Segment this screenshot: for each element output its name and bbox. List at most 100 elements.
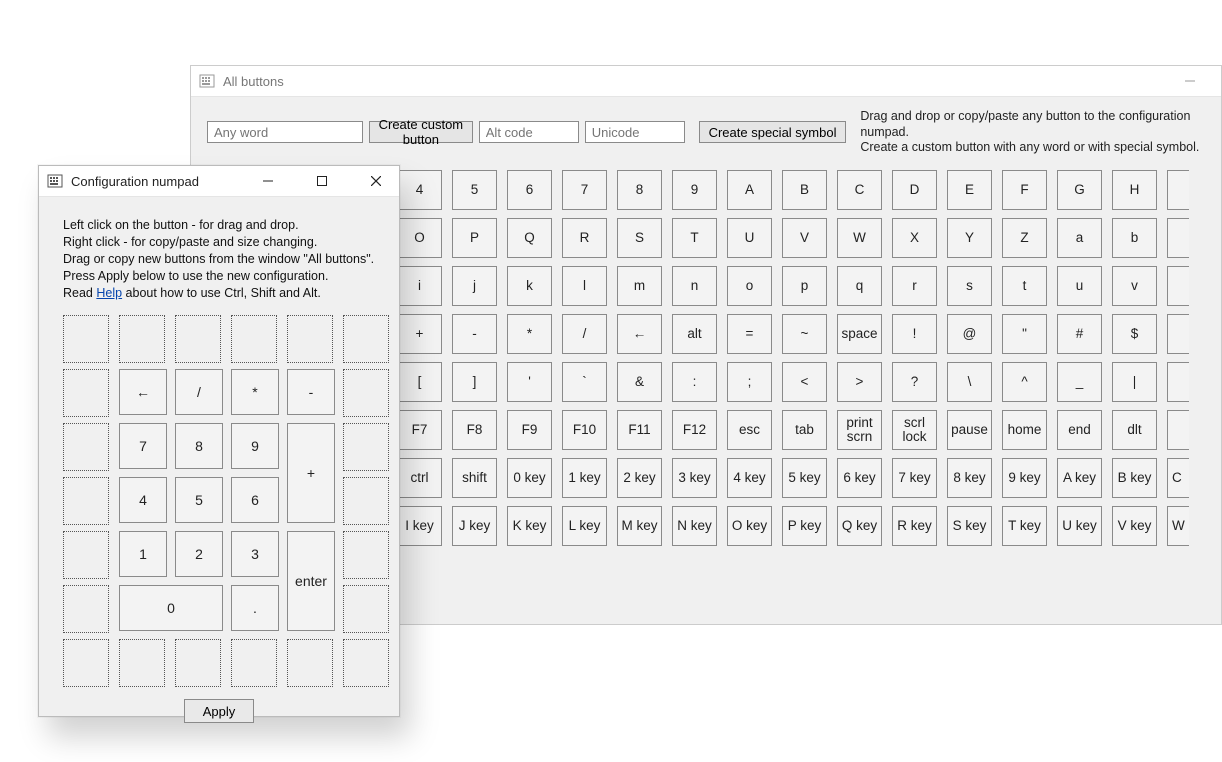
key-button[interactable]: O key bbox=[727, 506, 772, 546]
key-button[interactable]: P key bbox=[782, 506, 827, 546]
help-link[interactable]: Help bbox=[96, 286, 122, 300]
key-button[interactable]: ] bbox=[452, 362, 497, 402]
key-button[interactable]: F10 bbox=[562, 410, 607, 450]
key-button[interactable]: F8 bbox=[452, 410, 497, 450]
key-button[interactable]: 5 bbox=[452, 170, 497, 210]
key-button[interactable]: j bbox=[452, 266, 497, 306]
numpad-enter-button[interactable]: enter bbox=[287, 531, 335, 631]
numpad-empty-slot[interactable] bbox=[287, 315, 333, 363]
numpad-6-button[interactable]: 6 bbox=[231, 477, 279, 523]
numpad-empty-slot[interactable] bbox=[343, 315, 389, 363]
key-button[interactable]: Q key bbox=[837, 506, 882, 546]
key-button-partial[interactable] bbox=[1167, 410, 1189, 450]
key-button[interactable]: E bbox=[947, 170, 992, 210]
key-button[interactable]: 7 key bbox=[892, 458, 937, 498]
key-button[interactable]: I key bbox=[397, 506, 442, 546]
create-special-button[interactable]: Create special symbol bbox=[699, 121, 847, 143]
key-button[interactable]: ! bbox=[892, 314, 937, 354]
key-button[interactable]: m bbox=[617, 266, 662, 306]
key-button[interactable]: scrl lock bbox=[892, 410, 937, 450]
key-button[interactable]: end bbox=[1057, 410, 1102, 450]
key-button[interactable]: 4 bbox=[397, 170, 442, 210]
key-button[interactable]: v bbox=[1112, 266, 1157, 306]
key-button[interactable]: ← bbox=[617, 314, 662, 354]
numpad-plus-button[interactable]: + bbox=[287, 423, 335, 523]
numpad-0-button[interactable]: 0 bbox=[119, 585, 223, 631]
key-button[interactable]: 6 key bbox=[837, 458, 882, 498]
key-button[interactable]: U key bbox=[1057, 506, 1102, 546]
numpad-empty-slot[interactable] bbox=[63, 639, 109, 687]
numpad-empty-slot[interactable] bbox=[63, 369, 109, 417]
key-button[interactable]: Y bbox=[947, 218, 992, 258]
key-button[interactable]: N key bbox=[672, 506, 717, 546]
key-button[interactable]: U bbox=[727, 218, 772, 258]
key-button[interactable]: o bbox=[727, 266, 772, 306]
key-button[interactable]: 9 bbox=[672, 170, 717, 210]
create-custom-button[interactable]: Create custom button bbox=[369, 121, 473, 143]
key-button[interactable]: A key bbox=[1057, 458, 1102, 498]
key-button[interactable]: ~ bbox=[782, 314, 827, 354]
key-button[interactable]: ` bbox=[562, 362, 607, 402]
key-button[interactable]: D bbox=[892, 170, 937, 210]
key-button[interactable]: n bbox=[672, 266, 717, 306]
numpad-empty-slot[interactable] bbox=[63, 531, 109, 579]
all-buttons-titlebar[interactable]: All buttons bbox=[191, 66, 1221, 97]
key-button[interactable]: W bbox=[837, 218, 882, 258]
key-button[interactable]: k bbox=[507, 266, 552, 306]
key-button[interactable]: F bbox=[1002, 170, 1047, 210]
numpad-1-button[interactable]: 1 bbox=[119, 531, 167, 577]
key-button[interactable]: p bbox=[782, 266, 827, 306]
key-button[interactable]: alt bbox=[672, 314, 717, 354]
key-button[interactable]: a bbox=[1057, 218, 1102, 258]
key-button[interactable]: ? bbox=[892, 362, 937, 402]
numpad-empty-slot[interactable] bbox=[343, 423, 389, 471]
key-button[interactable]: | bbox=[1112, 362, 1157, 402]
key-button-partial[interactable] bbox=[1167, 170, 1189, 210]
key-button[interactable]: S key bbox=[947, 506, 992, 546]
numpad-empty-slot[interactable] bbox=[119, 315, 165, 363]
key-button[interactable]: - bbox=[452, 314, 497, 354]
numpad-empty-slot[interactable] bbox=[63, 315, 109, 363]
key-button[interactable]: F9 bbox=[507, 410, 552, 450]
close-button[interactable] bbox=[353, 166, 399, 197]
key-button[interactable]: Z bbox=[1002, 218, 1047, 258]
key-button[interactable]: F12 bbox=[672, 410, 717, 450]
key-button[interactable]: V key bbox=[1112, 506, 1157, 546]
key-button-partial[interactable] bbox=[1167, 362, 1189, 402]
numpad-5-button[interactable]: 5 bbox=[175, 477, 223, 523]
numpad-empty-slot[interactable] bbox=[231, 639, 277, 687]
numpad-3-button[interactable]: 3 bbox=[231, 531, 279, 577]
unicode-input[interactable] bbox=[585, 121, 685, 143]
key-button[interactable]: u bbox=[1057, 266, 1102, 306]
key-button[interactable]: home bbox=[1002, 410, 1047, 450]
numpad-empty-slot[interactable] bbox=[343, 477, 389, 525]
key-button[interactable]: T key bbox=[1002, 506, 1047, 546]
key-button[interactable]: + bbox=[397, 314, 442, 354]
key-button[interactable]: i bbox=[397, 266, 442, 306]
key-button[interactable]: q bbox=[837, 266, 882, 306]
numpad-empty-slot[interactable] bbox=[343, 639, 389, 687]
numpad-7-button[interactable]: 7 bbox=[119, 423, 167, 469]
key-button[interactable]: shift bbox=[452, 458, 497, 498]
key-button[interactable]: L key bbox=[562, 506, 607, 546]
key-button[interactable]: B bbox=[782, 170, 827, 210]
key-button[interactable]: tab bbox=[782, 410, 827, 450]
numpad-empty-slot[interactable] bbox=[231, 315, 277, 363]
key-button[interactable]: @ bbox=[947, 314, 992, 354]
key-button[interactable]: F7 bbox=[397, 410, 442, 450]
numpad-slash-button[interactable]: / bbox=[175, 369, 223, 415]
key-button[interactable]: < bbox=[782, 362, 827, 402]
key-button[interactable]: 8 key bbox=[947, 458, 992, 498]
config-titlebar[interactable]: Configuration numpad bbox=[39, 166, 399, 197]
key-button-partial[interactable] bbox=[1167, 266, 1189, 306]
key-button[interactable]: ^ bbox=[1002, 362, 1047, 402]
key-button[interactable]: b bbox=[1112, 218, 1157, 258]
key-button[interactable]: ; bbox=[727, 362, 772, 402]
numpad-2-button[interactable]: 2 bbox=[175, 531, 223, 577]
key-button[interactable]: * bbox=[507, 314, 552, 354]
key-button[interactable]: # bbox=[1057, 314, 1102, 354]
key-button[interactable]: & bbox=[617, 362, 662, 402]
key-button[interactable]: M key bbox=[617, 506, 662, 546]
key-button[interactable]: l bbox=[562, 266, 607, 306]
key-button[interactable]: _ bbox=[1057, 362, 1102, 402]
